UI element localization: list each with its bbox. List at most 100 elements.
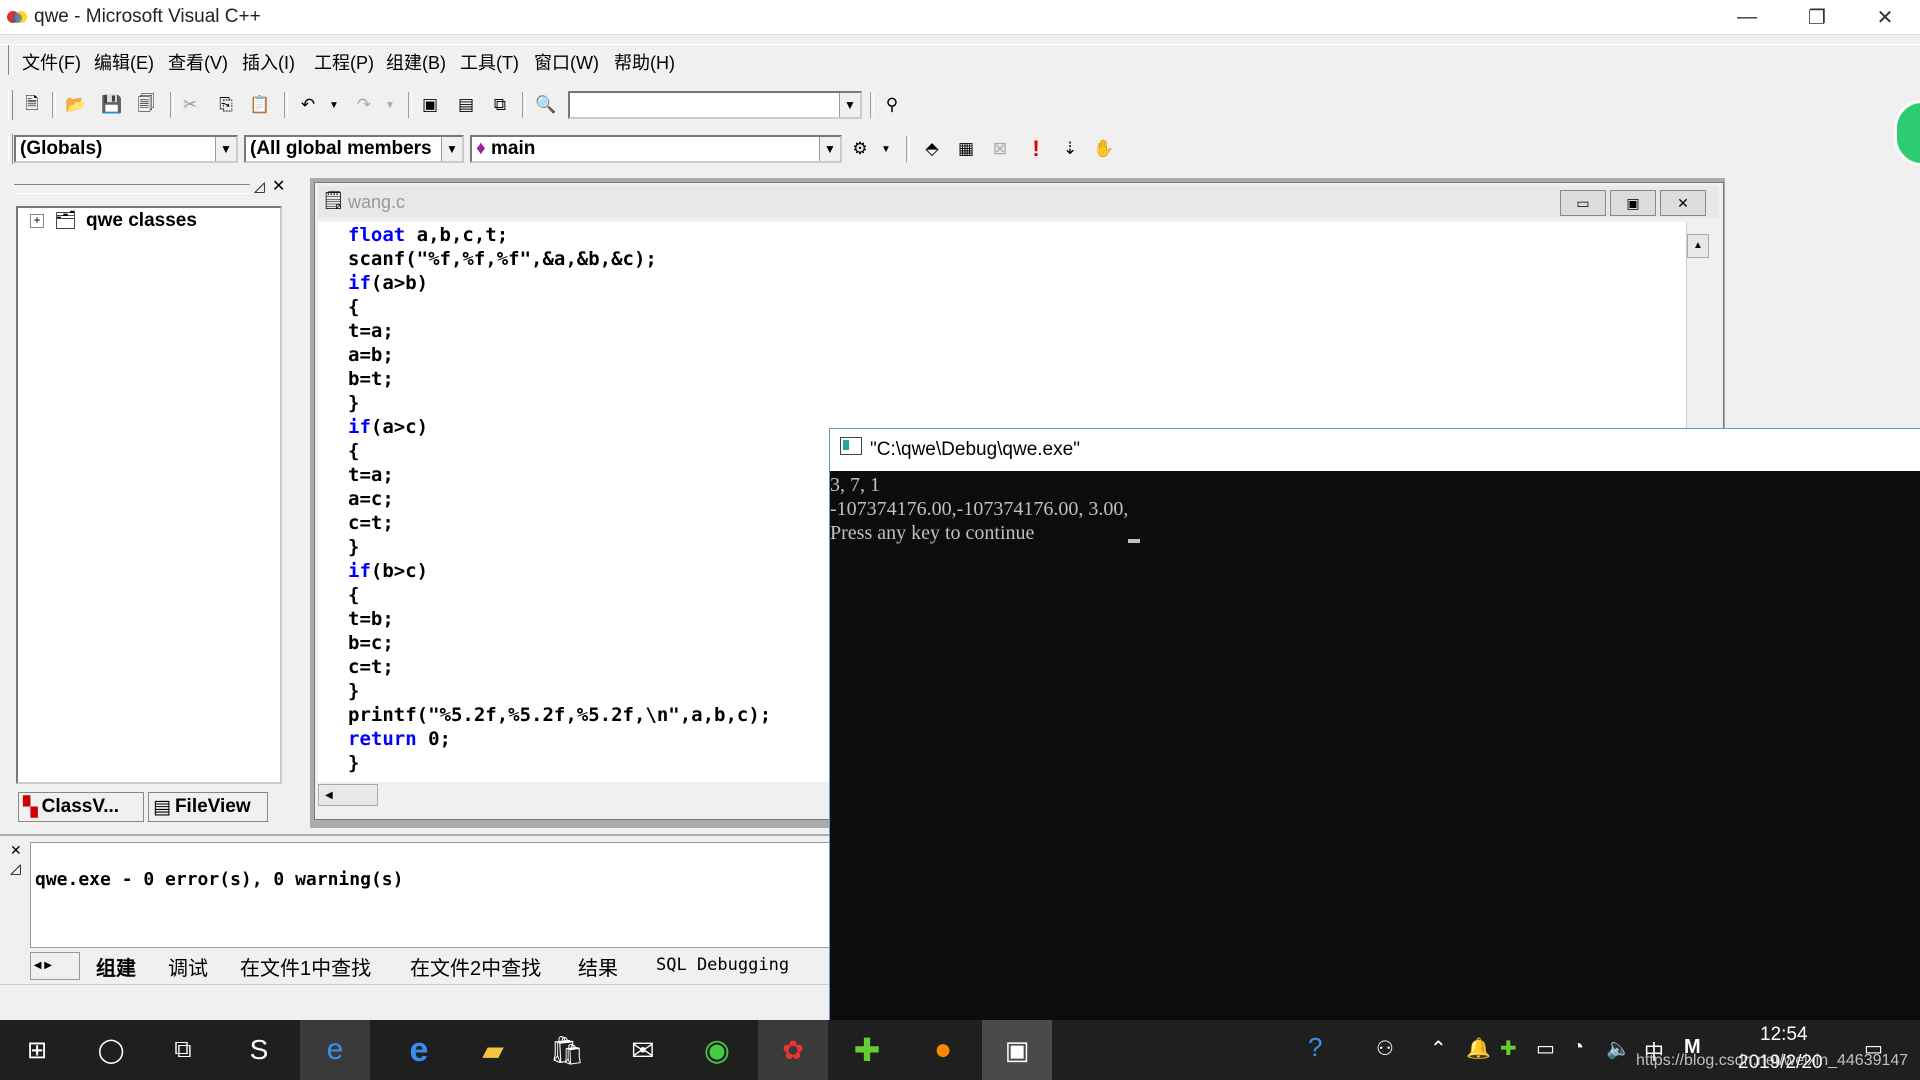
people-icon[interactable]: ⚇ <box>1376 1036 1394 1061</box>
tab-classview[interactable]: ▚ ClassV... <box>18 792 144 822</box>
code-text: } <box>348 392 360 414</box>
output-tab-results[interactable]: 结果 <box>578 952 618 981</box>
find-button[interactable]: ⚲ <box>878 91 906 119</box>
taskbar-app-mail[interactable]: ✉ <box>608 1020 678 1080</box>
window-list-button[interactable]: ⧉ <box>486 91 514 119</box>
undo-dropdown[interactable]: ▼ <box>320 91 348 119</box>
compile-icon: ⬘ <box>925 139 939 158</box>
cut-button[interactable]: ✂ <box>176 91 204 119</box>
taskbar-app-browser[interactable]: ◉ <box>682 1020 752 1080</box>
classes-icon: 🗂 <box>54 210 77 230</box>
go-button[interactable]: ⇣ <box>1056 135 1084 163</box>
workspace-close-button[interactable]: ✕ <box>272 176 285 196</box>
class-dropdown-arrow[interactable]: ▼ <box>215 137 236 161</box>
taskbar-app-360[interactable]: ✚ <box>832 1020 902 1080</box>
tab-fileview[interactable]: ▤ FileView <box>148 792 268 822</box>
breakpoint-button[interactable]: ✋ <box>1090 135 1118 163</box>
scroll-left-button[interactable]: ◀ <box>318 784 378 806</box>
paste-button[interactable]: 📋 <box>246 91 274 119</box>
tree-root-label[interactable]: qwe classes <box>86 210 197 232</box>
clock-time[interactable]: 12:54 <box>1760 1024 1808 1046</box>
console-titlebar: "C:\qwe\Debug\qwe.exe" <box>830 429 1920 471</box>
minimize-icon: ▭ <box>1576 195 1590 211</box>
taskbar-app-ie[interactable]: e <box>300 1020 370 1080</box>
output-toggle-button[interactable]: ▤ <box>452 91 480 119</box>
menu-file[interactable]: 文件(F) <box>22 49 81 75</box>
redo-dropdown[interactable]: ▼ <box>376 91 404 119</box>
wizard-action-dropdown[interactable]: ▼ <box>872 135 900 163</box>
output-tab-find2[interactable]: 在文件2中查找 <box>410 952 541 981</box>
store-icon: 🛍 <box>549 1034 585 1066</box>
task-view-button[interactable]: ⧉ <box>148 1020 218 1080</box>
menu-project[interactable]: 工程(P) <box>314 49 374 75</box>
undo-button[interactable]: ↶ <box>294 91 322 119</box>
stop-build-button[interactable]: ⊠ <box>986 135 1014 163</box>
find-combo[interactable]: ▼ <box>568 91 862 119</box>
output-tab-find1[interactable]: 在文件1中查找 <box>240 952 371 981</box>
menu-insert[interactable]: 插入(I) <box>242 49 295 75</box>
output-close-button[interactable]: ✕ <box>10 842 22 859</box>
editor-minimize-button[interactable]: ▭ <box>1560 190 1606 216</box>
taskbar-app-edge[interactable]: e <box>384 1020 454 1080</box>
menu-tools[interactable]: 工具(T) <box>460 49 519 75</box>
output-tab-debug[interactable]: 调试 <box>168 952 208 981</box>
start-button[interactable]: ⊞ <box>2 1020 72 1080</box>
scroll-up-button[interactable]: ▲ <box>1687 234 1709 258</box>
chevron-up-icon[interactable]: ⌃ <box>1430 1036 1447 1061</box>
new-text-file-button[interactable]: 🗎 <box>18 91 46 119</box>
output-tab-build[interactable]: 组建 <box>96 952 136 981</box>
scissors-icon: ✂ <box>182 95 198 114</box>
wizard-action-button[interactable]: ⚙ <box>846 135 874 163</box>
restore-button[interactable]: ❐ <box>1782 0 1852 34</box>
tree-expand-toggle[interactable]: + <box>30 214 44 228</box>
search-button[interactable]: ◯ <box>76 1020 146 1080</box>
menu-build[interactable]: 组建(B) <box>386 49 446 75</box>
volume-icon[interactable]: 🔈 <box>1606 1036 1631 1061</box>
taskbar-app-store[interactable]: 🛍 <box>532 1020 602 1080</box>
class-tree: + 🗂 qwe classes <box>16 206 282 784</box>
editor-maximize-button[interactable]: ▣ <box>1610 190 1656 216</box>
save-button[interactable]: 💾 <box>98 91 126 119</box>
menu-view[interactable]: 查看(V) <box>168 49 228 75</box>
menu-edit[interactable]: 编辑(E) <box>94 49 154 75</box>
editor-horizontal-scrollbar[interactable]: ◀ <box>318 782 826 810</box>
build-button[interactable]: ▦ <box>952 135 980 163</box>
close-button[interactable]: ✕ <box>1850 0 1920 34</box>
output-text-area[interactable]: qwe.exe - 0 error(s), 0 warning(s) <box>30 842 832 948</box>
notification-bell-icon[interactable]: 🔔 <box>1466 1036 1491 1061</box>
console-line-output: -107374176.00,-107374176.00, 3.00, <box>830 498 1129 520</box>
filter-dropdown-arrow[interactable]: ▼ <box>441 137 462 161</box>
source-file-icon: 🗒 <box>322 190 345 210</box>
output-dock-button[interactable]: ◿ <box>10 860 21 877</box>
wifi-icon[interactable]: ◔ <box>1572 1036 1584 1059</box>
help-tray-icon[interactable]: ? <box>1308 1032 1322 1063</box>
taskbar-app-firefox[interactable]: ● <box>908 1020 978 1080</box>
workspace-dock-button[interactable]: ◿ <box>254 178 265 195</box>
execute-button[interactable]: ! <box>1022 135 1050 163</box>
taskbar-app-vc[interactable]: ✿ <box>758 1020 828 1080</box>
output-tab-sql[interactable]: SQL Debugging <box>656 955 789 975</box>
open-button[interactable]: 📂 <box>62 91 90 119</box>
workspace-toggle-button[interactable]: ▣ <box>416 91 444 119</box>
menu-help[interactable]: 帮助(H) <box>614 49 675 75</box>
battery-icon[interactable]: ▭ <box>1536 1036 1555 1061</box>
filter-combo[interactable]: (All global members ▼ <box>244 135 464 163</box>
find-in-files-button[interactable]: 🔍 <box>532 91 560 119</box>
class-combo[interactable]: (Globals) ▼ <box>14 135 238 163</box>
minimize-button[interactable]: — <box>1712 0 1782 34</box>
output-tab-scroll[interactable]: ◀ ▶ <box>30 952 80 980</box>
standard-toolbar: 🗎 📂 💾 🗐 ✂ ⎘ 📋 ↶ ▼ ↷ ▼ ▣ ▤ ⧉ 🔍 ▼ ⚲ <box>0 86 1920 124</box>
save-all-button[interactable]: 🗐 <box>132 91 160 119</box>
compile-button[interactable]: ⬘ <box>918 135 946 163</box>
editor-close-button[interactable]: ✕ <box>1660 190 1706 216</box>
taskbar-app-explorer[interactable]: ▰ <box>458 1020 528 1080</box>
taskbar-app-sogou[interactable]: S <box>224 1020 294 1080</box>
taskbar-app-console[interactable]: ▣ <box>982 1020 1052 1080</box>
copy-button[interactable]: ⎘ <box>212 91 240 119</box>
menu-window[interactable]: 窗口(W) <box>534 49 599 75</box>
members-dropdown-arrow[interactable]: ▼ <box>819 137 840 161</box>
security-tray-icon[interactable]: ✚ <box>1500 1036 1517 1061</box>
find-dropdown-arrow[interactable]: ▼ <box>839 93 860 117</box>
redo-button[interactable]: ↷ <box>350 91 378 119</box>
members-combo[interactable]: ♦ main ▼ <box>470 135 842 163</box>
